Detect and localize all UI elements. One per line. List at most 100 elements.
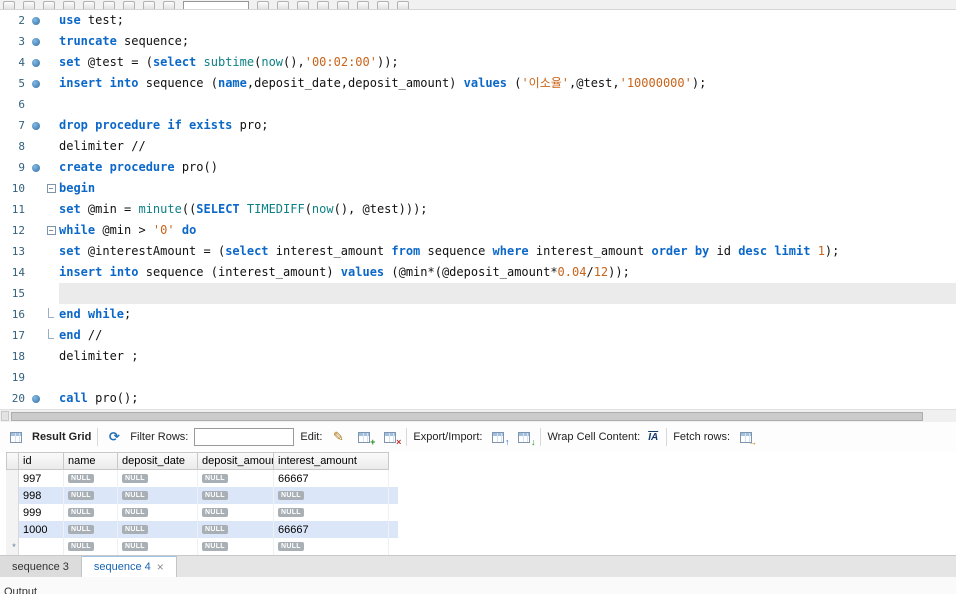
code-line-20[interactable]: 20 call pro(); xyxy=(0,388,956,409)
save-script-icon[interactable] xyxy=(63,1,75,9)
fold-open-icon[interactable]: − xyxy=(46,184,56,193)
cell-interest_amount[interactable]: NULL xyxy=(274,504,389,521)
cell-deposit_amount[interactable]: NULL xyxy=(198,521,274,538)
code-line-11[interactable]: 11 set @min = minute((SELECT TIMEDIFF(now… xyxy=(0,199,956,220)
toggle-stop-on-error-icon[interactable] xyxy=(163,1,175,9)
cell-deposit_date[interactable]: NULL xyxy=(118,487,198,504)
line-number: 14 xyxy=(0,262,28,283)
null-badge: NULL xyxy=(122,491,148,500)
cell-interest_amount[interactable]: 66667 xyxy=(274,521,389,538)
execute-script-icon[interactable] xyxy=(83,1,95,9)
code-line-9[interactable]: 9 create procedure pro() xyxy=(0,157,956,178)
cell-id[interactable]: 999 xyxy=(19,504,64,521)
scrollbar-thumb[interactable] xyxy=(11,411,923,421)
fold-end-icon xyxy=(48,307,54,318)
table-row[interactable]: 1000 NULL NULL NULL 66667 xyxy=(6,521,398,538)
cell-deposit_amount[interactable]: NULL xyxy=(198,504,274,521)
code-line-16[interactable]: 16 end while; xyxy=(0,304,956,325)
insert-row-icon[interactable]: + xyxy=(354,429,375,447)
code-editor[interactable]: 2 use test; 3 truncate sequence; 4 set @test … xyxy=(0,10,956,409)
wrap-cell-content-icon[interactable]: IA xyxy=(646,429,660,445)
cell-name[interactable]: NULL xyxy=(64,470,118,487)
cell-deposit_date[interactable]: NULL xyxy=(118,538,198,555)
cell-deposit_amount[interactable]: NULL xyxy=(198,538,274,555)
code-line-6[interactable]: 6 xyxy=(0,94,956,115)
code-line-17[interactable]: 17 end // xyxy=(0,325,956,346)
cell-deposit_date[interactable]: NULL xyxy=(118,504,198,521)
limit-rows-icon[interactable] xyxy=(183,1,249,9)
editor-hscrollbar[interactable] xyxy=(0,409,956,422)
cell-name[interactable]: NULL xyxy=(64,521,118,538)
stop-icon[interactable] xyxy=(143,1,155,9)
delete-row-icon[interactable]: × xyxy=(380,429,401,447)
open-script-icon[interactable] xyxy=(43,1,55,9)
rollback-icon[interactable] xyxy=(277,1,289,9)
code-line-14[interactable]: 14 insert into sequence (interest_amount)… xyxy=(0,262,956,283)
code-line-18[interactable]: 18 delimiter ; xyxy=(0,346,956,367)
code-line-15[interactable]: 15 xyxy=(0,283,956,304)
statement-dot-col xyxy=(28,115,43,136)
explain-icon[interactable] xyxy=(123,1,135,9)
code-line-7[interactable]: 7 drop procedure if exists pro; xyxy=(0,115,956,136)
code-line-5[interactable]: 5 insert into sequence (name,deposit_date… xyxy=(0,73,956,94)
code-text: set @test = (select subtime(now(),'00:02… xyxy=(59,55,399,69)
code-line-13[interactable]: 13 set @interestAmount = (select interest… xyxy=(0,241,956,262)
code-line-8[interactable]: 8 delimiter // xyxy=(0,136,956,157)
find-icon[interactable] xyxy=(337,1,349,9)
cell-deposit_date[interactable]: NULL xyxy=(118,470,198,487)
cell-id[interactable]: 997 xyxy=(19,470,64,487)
execute-current-icon[interactable] xyxy=(103,1,115,9)
cell-deposit_amount[interactable]: NULL xyxy=(198,470,274,487)
fetch-rows-icon[interactable]: → xyxy=(736,429,757,447)
edit-cell-icon[interactable]: ✎ xyxy=(328,429,348,445)
autocommit-icon[interactable] xyxy=(297,1,309,9)
table-row[interactable]: 997 NULL NULL NULL 66667 xyxy=(6,470,398,487)
table-row[interactable]: 999 NULL NULL NULL NULL xyxy=(6,504,398,521)
column-header-deposit_date[interactable]: deposit_date xyxy=(118,452,198,470)
invisible-chars-icon[interactable] xyxy=(357,1,369,9)
column-header-id[interactable]: id xyxy=(19,452,64,470)
null-badge: NULL xyxy=(68,525,94,534)
result-tab-sequence-3[interactable]: sequence 3 xyxy=(0,556,82,577)
row-gutter xyxy=(6,504,19,521)
cell-id[interactable]: 998 xyxy=(19,487,64,504)
table-row-new[interactable]: * NULL NULL NULL NULL xyxy=(6,538,398,555)
import-icon[interactable]: ↓ xyxy=(514,429,535,447)
fold-col: − xyxy=(43,220,59,241)
cell-deposit_date[interactable]: NULL xyxy=(118,521,198,538)
row-gutter xyxy=(6,521,19,538)
menu-icon[interactable] xyxy=(3,1,15,9)
commit-icon[interactable] xyxy=(257,1,269,9)
close-icon[interactable]: × xyxy=(157,560,164,574)
code-line-19[interactable]: 19 xyxy=(0,367,956,388)
table-row[interactable]: 998 NULL NULL NULL NULL xyxy=(6,487,398,504)
code-line-4[interactable]: 4 set @test = (select subtime(now(),'00:0… xyxy=(0,52,956,73)
statement-dot-col xyxy=(28,52,43,73)
refresh-icon[interactable]: ⟳ xyxy=(104,429,124,445)
filter-rows-input[interactable] xyxy=(194,428,295,446)
column-header-interest_amount[interactable]: interest_amount xyxy=(274,452,389,470)
cell-interest_amount[interactable]: NULL xyxy=(274,538,389,555)
cell-name[interactable]: NULL xyxy=(64,487,118,504)
wrap-text-icon[interactable] xyxy=(377,1,389,9)
scroll-left-button[interactable] xyxy=(1,411,9,421)
code-line-3[interactable]: 3 truncate sequence; xyxy=(0,31,956,52)
new-query-tab-icon[interactable] xyxy=(23,1,35,9)
fold-open-icon[interactable]: − xyxy=(46,226,56,235)
cell-deposit_amount[interactable]: NULL xyxy=(198,487,274,504)
column-header-name[interactable]: name xyxy=(64,452,118,470)
cell-interest_amount[interactable]: NULL xyxy=(274,487,389,504)
cell-name[interactable]: NULL xyxy=(64,538,118,555)
code-line-12[interactable]: 12 − while @min > '0' do xyxy=(0,220,956,241)
cell-id[interactable] xyxy=(19,538,64,555)
result-tab-sequence-4[interactable]: sequence 4 × xyxy=(81,556,177,577)
beautify-icon[interactable] xyxy=(317,1,329,9)
cell-id[interactable]: 1000 xyxy=(19,521,64,538)
cell-name[interactable]: NULL xyxy=(64,504,118,521)
cell-interest_amount[interactable]: 66667 xyxy=(274,470,389,487)
options-icon[interactable] xyxy=(397,1,409,9)
export-icon[interactable]: ↑ xyxy=(488,429,509,447)
code-line-10[interactable]: 10 − begin xyxy=(0,178,956,199)
code-line-2[interactable]: 2 use test; xyxy=(0,10,956,31)
column-header-deposit_amount[interactable]: deposit_amount xyxy=(198,452,274,470)
